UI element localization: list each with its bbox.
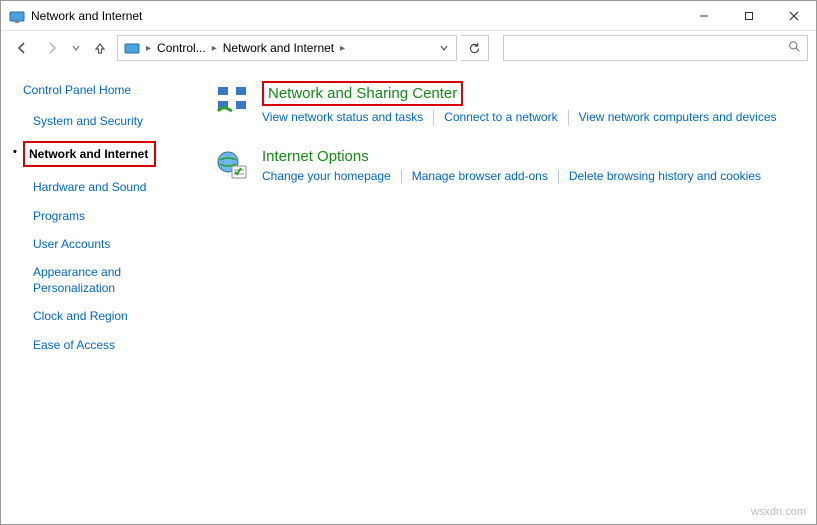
sidebar-item-ease-of-access[interactable]: Ease of Access (33, 337, 198, 353)
breadcrumb-root-icon (124, 40, 140, 56)
chevron-right-icon[interactable]: ▸ (338, 43, 347, 54)
sidebar-item-programs[interactable]: Programs (33, 208, 198, 224)
breadcrumb-root[interactable]: Control... (155, 41, 208, 55)
section-network-sharing: Network and Sharing Center View network … (216, 81, 806, 126)
main-content: Network and Sharing Center View network … (206, 65, 816, 524)
view-network-computers-link[interactable]: View network computers and devices (568, 110, 787, 126)
view-network-status-link[interactable]: View network status and tasks (262, 110, 433, 126)
sidebar-item-clock-region[interactable]: Clock and Region (33, 308, 198, 324)
delete-browsing-history-link[interactable]: Delete browsing history and cookies (558, 169, 771, 185)
connect-to-network-link[interactable]: Connect to a network (433, 110, 567, 126)
internet-options-link[interactable]: Internet Options (262, 148, 369, 165)
forward-button[interactable] (39, 35, 65, 61)
change-homepage-link[interactable]: Change your homepage (262, 169, 401, 185)
control-panel-home-link[interactable]: Control Panel Home (23, 83, 198, 97)
network-sharing-center-link[interactable]: Network and Sharing Center (262, 81, 463, 106)
address-dropdown-button[interactable] (436, 36, 452, 60)
manage-addons-link[interactable]: Manage browser add-ons (401, 169, 558, 185)
title-bar: Network and Internet (1, 1, 816, 31)
search-box[interactable] (503, 35, 808, 61)
sidebar-item-system-security[interactable]: System and Security (33, 113, 198, 129)
internet-options-icon (216, 150, 248, 182)
window-title: Network and Internet (31, 9, 142, 23)
sidebar: Control Panel Home System and Security N… (1, 65, 206, 524)
maximize-button[interactable] (726, 1, 771, 30)
minimize-button[interactable] (681, 1, 726, 30)
close-button[interactable] (771, 1, 816, 30)
watermark: wsxdn.com (751, 506, 806, 518)
address-bar[interactable]: ▸ Control... ▸ Network and Internet ▸ (117, 35, 457, 61)
sidebar-item-user-accounts[interactable]: User Accounts (33, 236, 198, 252)
search-input[interactable] (510, 40, 788, 56)
network-sharing-icon (216, 83, 248, 115)
refresh-button[interactable] (461, 35, 489, 61)
chevron-right-icon[interactable]: ▸ (210, 43, 219, 54)
recent-locations-button[interactable] (69, 35, 83, 61)
back-button[interactable] (9, 35, 35, 61)
section-internet-options: Internet Options Change your homepage Ma… (216, 148, 806, 185)
search-icon[interactable] (788, 40, 801, 56)
sidebar-item-hardware-sound[interactable]: Hardware and Sound (33, 179, 198, 195)
breadcrumb-current[interactable]: Network and Internet (221, 41, 336, 55)
nav-bar: ▸ Control... ▸ Network and Internet ▸ (1, 31, 816, 65)
control-panel-icon (9, 8, 25, 24)
sidebar-item-appearance-personalization[interactable]: Appearance and Personalization (33, 264, 183, 296)
chevron-right-icon[interactable]: ▸ (144, 43, 153, 54)
up-button[interactable] (87, 35, 113, 61)
sidebar-item-network-internet[interactable]: Network and Internet (23, 141, 156, 167)
